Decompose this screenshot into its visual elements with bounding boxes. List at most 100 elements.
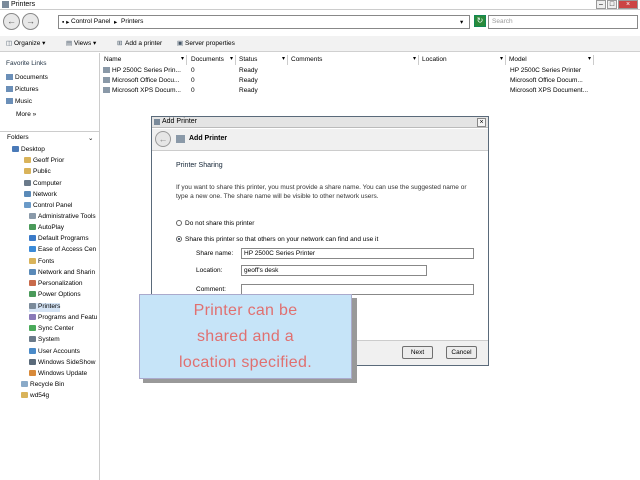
radio-share[interactable]: Share this printer so that others on you… <box>176 236 378 243</box>
tree-label: Default Programs <box>38 235 89 242</box>
recycle-bin-icon <box>21 381 28 388</box>
tree-item-personalization[interactable]: Personalization <box>29 280 82 289</box>
tree-item-system[interactable]: System <box>29 336 60 345</box>
tree-item-wd54g[interactable]: wd54g <box>21 392 49 401</box>
tree-item-network[interactable]: Network <box>24 191 57 200</box>
tree-label: AutoPlay <box>38 224 65 231</box>
column-header-status[interactable]: Status ▾ <box>236 55 288 65</box>
printer-documents: 0 <box>191 77 195 84</box>
tree-item-computer[interactable]: Computer <box>24 180 62 189</box>
add-printer-button[interactable]: ⊞ Add a printer <box>117 39 162 47</box>
printer-documents: 0 <box>191 67 195 74</box>
folder-icon <box>21 392 28 399</box>
favorite-label: Pictures <box>15 86 39 93</box>
tree-label: Network <box>33 191 57 198</box>
windows-update-icon <box>29 370 36 377</box>
breadcrumb-printers[interactable]: Printers <box>121 18 143 25</box>
dialog-title: Add Printer <box>162 118 198 125</box>
share-name-input[interactable]: HP 2500C Series Printer <box>241 248 474 259</box>
column-header-name[interactable]: Name ▾ <box>101 55 187 65</box>
dialog-back-button[interactable]: ← <box>155 131 171 147</box>
views-label: Views <box>74 40 92 47</box>
tree-label: wd54g <box>30 392 50 399</box>
tree-item-user[interactable]: Geoff Prior <box>24 157 64 166</box>
printer-row[interactable]: Microsoft XPS Docum... 0 Ready Microsoft… <box>101 86 640 96</box>
dialog-close-button[interactable]: × <box>477 118 486 127</box>
next-button[interactable]: Next <box>402 346 433 359</box>
server-properties-label: Server properties <box>185 40 235 47</box>
chevron-down-icon[interactable]: ▾ <box>460 18 463 26</box>
tree-label: Recycle Bin <box>30 381 65 388</box>
radio-do-not-share[interactable]: Do not share this printer <box>176 220 254 227</box>
add-printer-label: Add a printer <box>125 40 163 47</box>
music-icon <box>6 98 13 105</box>
refresh-icon[interactable]: ↻ <box>474 15 486 27</box>
tree-item-programs-features[interactable]: Programs and Featu <box>29 314 97 323</box>
tree-item-administrative-tools[interactable]: Administrative Tools <box>29 213 96 222</box>
organize-button[interactable]: ◫ Organize ▾ <box>6 39 45 47</box>
back-button[interactable]: ← <box>3 13 20 30</box>
favorite-link-music[interactable]: Music <box>6 98 32 105</box>
tree-item-fonts[interactable]: Fonts <box>29 258 54 267</box>
printer-icon <box>154 119 160 125</box>
system-icon <box>29 336 36 343</box>
tree-item-printers[interactable]: Printers <box>29 303 61 312</box>
printer-row[interactable]: HP 2500C Series Prin... 0 Ready HP 2500C… <box>101 66 640 76</box>
favorite-link-pictures[interactable]: Pictures <box>6 86 38 93</box>
callout-line: shared and a <box>196 328 294 345</box>
column-label: Model <box>509 56 527 63</box>
chevron-down-icon: ▾ <box>587 56 591 62</box>
user-folder-icon <box>24 157 31 164</box>
chevron-down-icon: ▾ <box>281 56 285 62</box>
cancel-button[interactable]: Cancel <box>446 346 477 359</box>
address-field[interactable]: ▪ ▸ Control Panel ▸ Printers ▾ <box>58 15 470 29</box>
column-header-documents[interactable]: Documents ▾ <box>188 55 236 65</box>
tree-item-autoplay[interactable]: AutoPlay <box>29 224 64 233</box>
tree-item-public[interactable]: Public <box>24 168 51 177</box>
printer-name: Microsoft XPS Docum... <box>103 87 187 94</box>
minimize-button[interactable]: – <box>596 0 606 9</box>
favorites-more-link[interactable]: More » <box>16 111 36 118</box>
tree-item-user-accounts[interactable]: User Accounts <box>29 348 80 357</box>
printer-name-text: HP 2500C Series Prin... <box>112 67 181 74</box>
radio-label: Share this printer so that others on you… <box>185 236 379 243</box>
tree-item-ease-of-access[interactable]: Ease of Access Cen <box>29 246 96 255</box>
location-input[interactable]: geoff's desk <box>241 265 427 276</box>
tree-item-default-programs[interactable]: Default Programs <box>29 235 89 244</box>
fonts-icon <box>29 258 36 265</box>
tree-item-power-options[interactable]: Power Options <box>29 291 81 300</box>
column-header-comments[interactable]: Comments ▾ <box>288 55 419 65</box>
printer-name-text: Microsoft Office Docu... <box>112 77 180 84</box>
printer-row[interactable]: Microsoft Office Docu... 0 Ready Microso… <box>101 76 640 86</box>
views-button[interactable]: ▤ Views ▾ <box>66 39 96 47</box>
command-toolbar: ◫ Organize ▾ ▤ Views ▾ ⊞ Add a printer ▣ Ser… <box>0 36 640 52</box>
close-button[interactable]: × <box>618 0 638 9</box>
server-properties-button[interactable]: ▣ Server properties <box>177 39 235 47</box>
tree-item-desktop[interactable]: Desktop <box>12 146 45 155</box>
tree-item-windows-update[interactable]: Windows Update <box>29 370 87 379</box>
tree-item-recycle-bin[interactable]: Recycle Bin <box>21 381 64 390</box>
favorite-link-documents[interactable]: Documents <box>6 74 48 81</box>
search-input[interactable]: Search <box>488 15 638 29</box>
folder-icon <box>24 168 31 175</box>
maximize-button[interactable]: □ <box>607 0 617 9</box>
network-icon <box>24 191 31 198</box>
tree-item-sync-center[interactable]: Sync Center <box>29 325 74 334</box>
column-header-model[interactable]: Model ▾ <box>506 55 594 65</box>
tree-item-control-panel[interactable]: Control Panel <box>24 202 72 211</box>
folders-header[interactable]: Folders ⌄ <box>0 131 100 143</box>
address-bar: ← → ▪ ▸ Control Panel ▸ Printers ▾ ↻ Sea… <box>0 10 640 34</box>
column-header-location[interactable]: Location ▾ <box>419 55 506 65</box>
forward-button[interactable]: → <box>22 13 39 30</box>
organize-label: Organize <box>14 40 41 47</box>
tree-label: Control Panel <box>33 202 73 209</box>
radio-icon <box>176 220 182 227</box>
organize-icon: ◫ <box>6 40 13 47</box>
tree-label: Ease of Access Cen <box>38 246 97 253</box>
printer-name-text: Microsoft XPS Docum... <box>112 87 181 94</box>
tree-item-windows-sideshow[interactable]: Windows SideShow <box>29 359 95 368</box>
tree-item-network-sharing[interactable]: Network and Sharin <box>29 269 95 278</box>
breadcrumb-control-panel[interactable]: Control Panel <box>71 18 110 25</box>
search-placeholder: Search <box>492 18 513 25</box>
callout-line: Printer can be <box>193 302 298 319</box>
